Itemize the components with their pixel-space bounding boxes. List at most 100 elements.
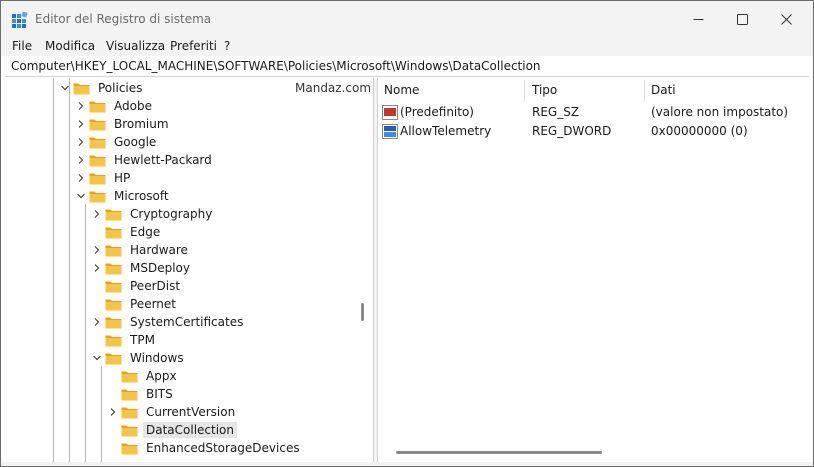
tree-node-label: Peernet (130, 297, 176, 311)
chevron-right-icon[interactable] (75, 154, 87, 166)
tree-node-label: Windows (130, 351, 184, 365)
tree-node[interactable]: Windows (91, 349, 187, 367)
tree-node[interactable]: PeerDist (91, 277, 183, 295)
chevron-right-icon[interactable] (75, 118, 87, 130)
folder-icon (105, 227, 122, 238)
folder-icon (89, 155, 106, 166)
value-type: REG_DWORD (532, 124, 612, 138)
tree-node-label: SystemCertificates (130, 315, 244, 329)
tree-node[interactable]: Appx (107, 367, 180, 385)
tree-node-label: EnhancedStorageDevices (146, 441, 300, 455)
tree-node[interactable]: Edge (91, 223, 163, 241)
address-bar[interactable]: Computer\HKEY_LOCAL_MACHINE\SOFTWARE\Pol… (5, 57, 809, 77)
tree-node-label: Hewlett-Packard (114, 153, 212, 167)
folder-icon (89, 191, 106, 202)
tree-node[interactable]: TPM (91, 331, 158, 349)
menu-edit[interactable]: Modifica (45, 39, 95, 53)
key-tree-pane[interactable]: Mandaz.com Policies Adobe Bromium Google Hew… (5, 78, 373, 462)
folder-icon (105, 245, 122, 256)
tree-node[interactable]: Hardware (91, 241, 191, 259)
watermark-text: Mandaz.com (295, 81, 372, 95)
chevron-right-icon[interactable] (91, 244, 103, 256)
folder-icon (73, 83, 90, 94)
address-path[interactable]: Computer\HKEY_LOCAL_MACHINE\SOFTWARE\Pol… (11, 59, 541, 73)
tree-node-label: Edge (130, 225, 161, 239)
tree-node[interactable]: CurrentVersion (107, 403, 238, 421)
value-type: REG_SZ (532, 105, 580, 119)
tree-node[interactable]: BITS (107, 385, 176, 403)
tree-node-label: BITS (146, 387, 173, 401)
tree-guide-line (101, 366, 102, 462)
tree-node-label: CurrentVersion (146, 405, 236, 419)
column-header-type[interactable]: Tipo (532, 83, 557, 97)
tree-node-label: DataCollection (143, 422, 238, 438)
tree-node[interactable]: MSDeploy (91, 259, 193, 277)
folder-icon (105, 299, 122, 310)
menu-help[interactable]: ? (224, 39, 230, 53)
value-row[interactable]: AllowTelemetry REG_DWORD 0x00000000 (0) (378, 122, 809, 141)
tree-node[interactable]: DataCollection (107, 421, 238, 439)
chevron-right-icon[interactable] (91, 262, 103, 274)
column-separator[interactable] (644, 80, 645, 102)
tree-node[interactable]: Policies (59, 79, 145, 97)
value-row[interactable]: (Predefinito) REG_SZ (valore non impostato… (378, 103, 809, 122)
tree-node[interactable]: HP (75, 169, 133, 187)
tree-node-label: MSDeploy (130, 261, 190, 275)
column-header-name[interactable]: Nome (384, 83, 419, 97)
menu-view[interactable]: Visualizza (106, 39, 165, 53)
folder-icon (121, 371, 138, 382)
chevron-right-icon[interactable] (91, 316, 103, 328)
column-header-data[interactable]: Dati (651, 83, 676, 97)
value-name: (Predefinito) (400, 105, 474, 119)
maximize-icon (736, 13, 748, 25)
menu-file[interactable]: File (12, 39, 32, 53)
tree-node[interactable]: Adobe (75, 97, 155, 115)
folder-icon (89, 137, 106, 148)
tree-node-label: TPM (130, 333, 155, 347)
tree-scrollbar-thumb[interactable] (361, 303, 364, 321)
chevron-right-icon[interactable] (107, 406, 119, 418)
folder-icon (105, 317, 122, 328)
values-list-pane[interactable]: Nome Tipo Dati (Predefinito) REG_SZ (valor… (378, 78, 809, 462)
minimize-button[interactable] (675, 1, 721, 37)
tree-guide-line (85, 204, 86, 462)
tree-node[interactable]: SystemCertificates (91, 313, 246, 331)
tree-node-label: Hardware (130, 243, 188, 257)
folder-icon (105, 209, 122, 220)
window-title: Editor del Registro di sistema (35, 12, 212, 26)
tree-node-label: Appx (146, 369, 177, 383)
tree-node[interactable]: EnhancedStorageDevices (107, 439, 303, 457)
chevron-right-icon[interactable] (75, 136, 87, 148)
tree-node-label: Policies (98, 81, 143, 95)
value-data: 0x00000000 (0) (651, 124, 748, 138)
menu-bar: File Modifica Visualizza Preferiti ? (1, 37, 813, 56)
tree-node[interactable]: Hewlett-Packard (75, 151, 215, 169)
tree-node[interactable]: Bromium (75, 115, 172, 133)
folder-icon (105, 353, 122, 364)
tree-node[interactable]: Microsoft (75, 187, 172, 205)
list-horizontal-scrollbar-thumb[interactable] (396, 451, 602, 454)
minimize-icon (693, 18, 703, 20)
chevron-right-icon[interactable] (75, 100, 87, 112)
tree-node-label: Microsoft (114, 189, 169, 203)
tree-guide-line (69, 78, 70, 462)
folder-icon (89, 101, 106, 112)
chevron-right-icon[interactable] (75, 172, 87, 184)
chevron-down-icon[interactable] (59, 82, 71, 94)
folder-icon (121, 407, 138, 418)
folder-icon (105, 263, 122, 274)
dword-value-icon (382, 124, 398, 139)
menu-favorites[interactable]: Preferiti (170, 39, 217, 53)
registry-editor-icon (12, 12, 28, 28)
close-button[interactable] (763, 1, 809, 37)
chevron-right-icon[interactable] (91, 208, 103, 220)
tree-node[interactable]: Cryptography (91, 205, 215, 223)
tree-node[interactable]: Google (75, 133, 159, 151)
title-bar[interactable]: Editor del Registro di sistema (1, 1, 813, 37)
tree-node[interactable]: Peernet (91, 295, 179, 313)
maximize-button[interactable] (719, 1, 765, 37)
tree-node-label: Bromium (114, 117, 169, 131)
chevron-down-icon[interactable] (91, 352, 103, 364)
column-separator[interactable] (524, 80, 525, 102)
chevron-down-icon[interactable] (75, 190, 87, 202)
